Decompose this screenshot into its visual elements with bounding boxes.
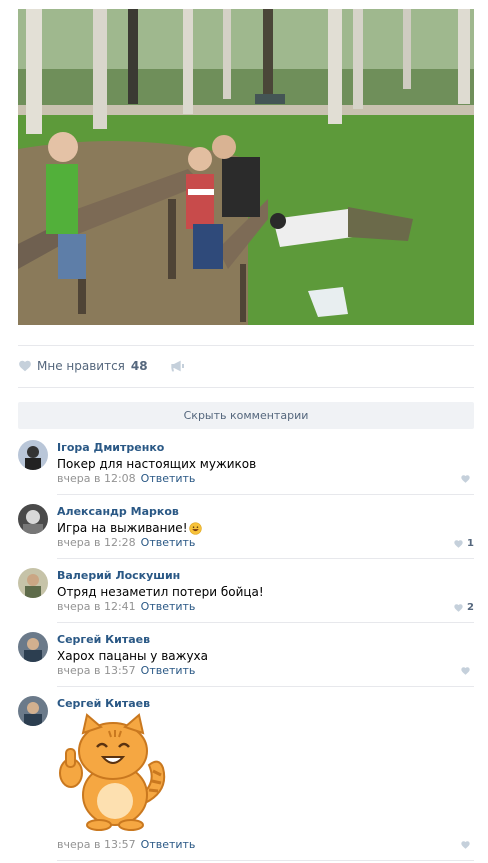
reply-link[interactable]: Ответить (141, 536, 196, 549)
comment-text: Покер для настоящих мужиков (57, 457, 257, 471)
megaphone-icon[interactable] (170, 359, 186, 373)
avatar[interactable] (18, 504, 48, 534)
avatar[interactable] (18, 696, 48, 726)
comment-divider (57, 494, 474, 495)
thumbs-up-cat-sticker[interactable] (57, 713, 169, 831)
post-divider-bottom (18, 387, 474, 388)
comment-meta: вчера в 13:57 Ответить (57, 664, 195, 677)
comment: Сергей Китаев Харох пацаны у важуха вчер… (18, 632, 474, 684)
heart-icon (454, 539, 463, 548)
comment-time[interactable]: вчера в 12:41 (57, 600, 136, 613)
avatar[interactable] (18, 440, 48, 470)
heart-icon (461, 475, 470, 483)
post-divider-top (18, 345, 474, 346)
comment-time[interactable]: вчера в 12:28 (57, 536, 136, 549)
reply-link[interactable]: Ответить (141, 600, 196, 613)
comment-text-row: Игра на выживание! (57, 521, 202, 535)
comment-divider (57, 860, 474, 861)
comment-author[interactable]: Александр Марков (57, 505, 179, 518)
hide-comments-button[interactable]: Скрыть комментарии (18, 402, 474, 429)
heart-icon[interactable] (18, 359, 32, 373)
grinning-face-icon (188, 521, 202, 535)
comment-author[interactable]: Ігора Дмитренко (57, 441, 164, 454)
comment-time[interactable]: вчера в 13:57 (57, 664, 136, 677)
comment-author[interactable]: Сергей Китаев (57, 697, 150, 710)
comment-author[interactable]: Валерий Лоскушин (57, 569, 180, 582)
comment: Сергей Китаев вчера в 13:57 Ответить (18, 696, 474, 856)
heart-icon (461, 841, 470, 849)
post-photo[interactable] (18, 9, 474, 325)
comment-author[interactable]: Сергей Китаев (57, 633, 150, 646)
comment-meta: вчера в 12:41 Ответить (57, 600, 195, 613)
comment-meta: вчера в 12:08 Ответить (57, 472, 195, 485)
reply-link[interactable]: Ответить (141, 838, 196, 851)
comment-like[interactable] (460, 474, 474, 484)
comment-like[interactable] (460, 840, 474, 850)
like-bar: Мне нравится 48 (18, 358, 186, 374)
comment-divider (57, 686, 474, 687)
comment-like-count: 1 (467, 538, 474, 549)
reply-link[interactable]: Ответить (141, 472, 196, 485)
comment-like-count: 2 (467, 602, 474, 613)
reply-link[interactable]: Ответить (141, 664, 196, 677)
like-count[interactable]: 48 (131, 359, 148, 373)
comment: Валерий Лоскушин Отряд незаметил потери … (18, 568, 474, 620)
avatar[interactable] (18, 568, 48, 598)
comment-text: Игра на выживание! (57, 521, 188, 535)
heart-icon (461, 667, 470, 675)
heart-icon (454, 603, 463, 612)
comment-meta: вчера в 13:57 Ответить (57, 838, 195, 851)
comment-like[interactable]: 2 (453, 602, 474, 613)
avatar[interactable] (18, 632, 48, 662)
comment-meta: вчера в 12:28 Ответить (57, 536, 195, 549)
comment: Ігора Дмитренко Покер для настоящих мужи… (18, 440, 474, 492)
comment-divider (57, 558, 474, 559)
comment-like[interactable] (460, 666, 474, 676)
comment-like[interactable]: 1 (453, 538, 474, 549)
comment-time[interactable]: вчера в 13:57 (57, 838, 136, 851)
comment-text: Харох пацаны у важуха (57, 649, 209, 663)
comment-divider (57, 622, 474, 623)
like-label[interactable]: Мне нравится (37, 359, 125, 373)
comment-time[interactable]: вчера в 12:08 (57, 472, 136, 485)
comment-text: Отряд незаметил потери бойца! (57, 585, 264, 599)
comment: Александр Марков Игра на выживание! вчер… (18, 504, 474, 556)
